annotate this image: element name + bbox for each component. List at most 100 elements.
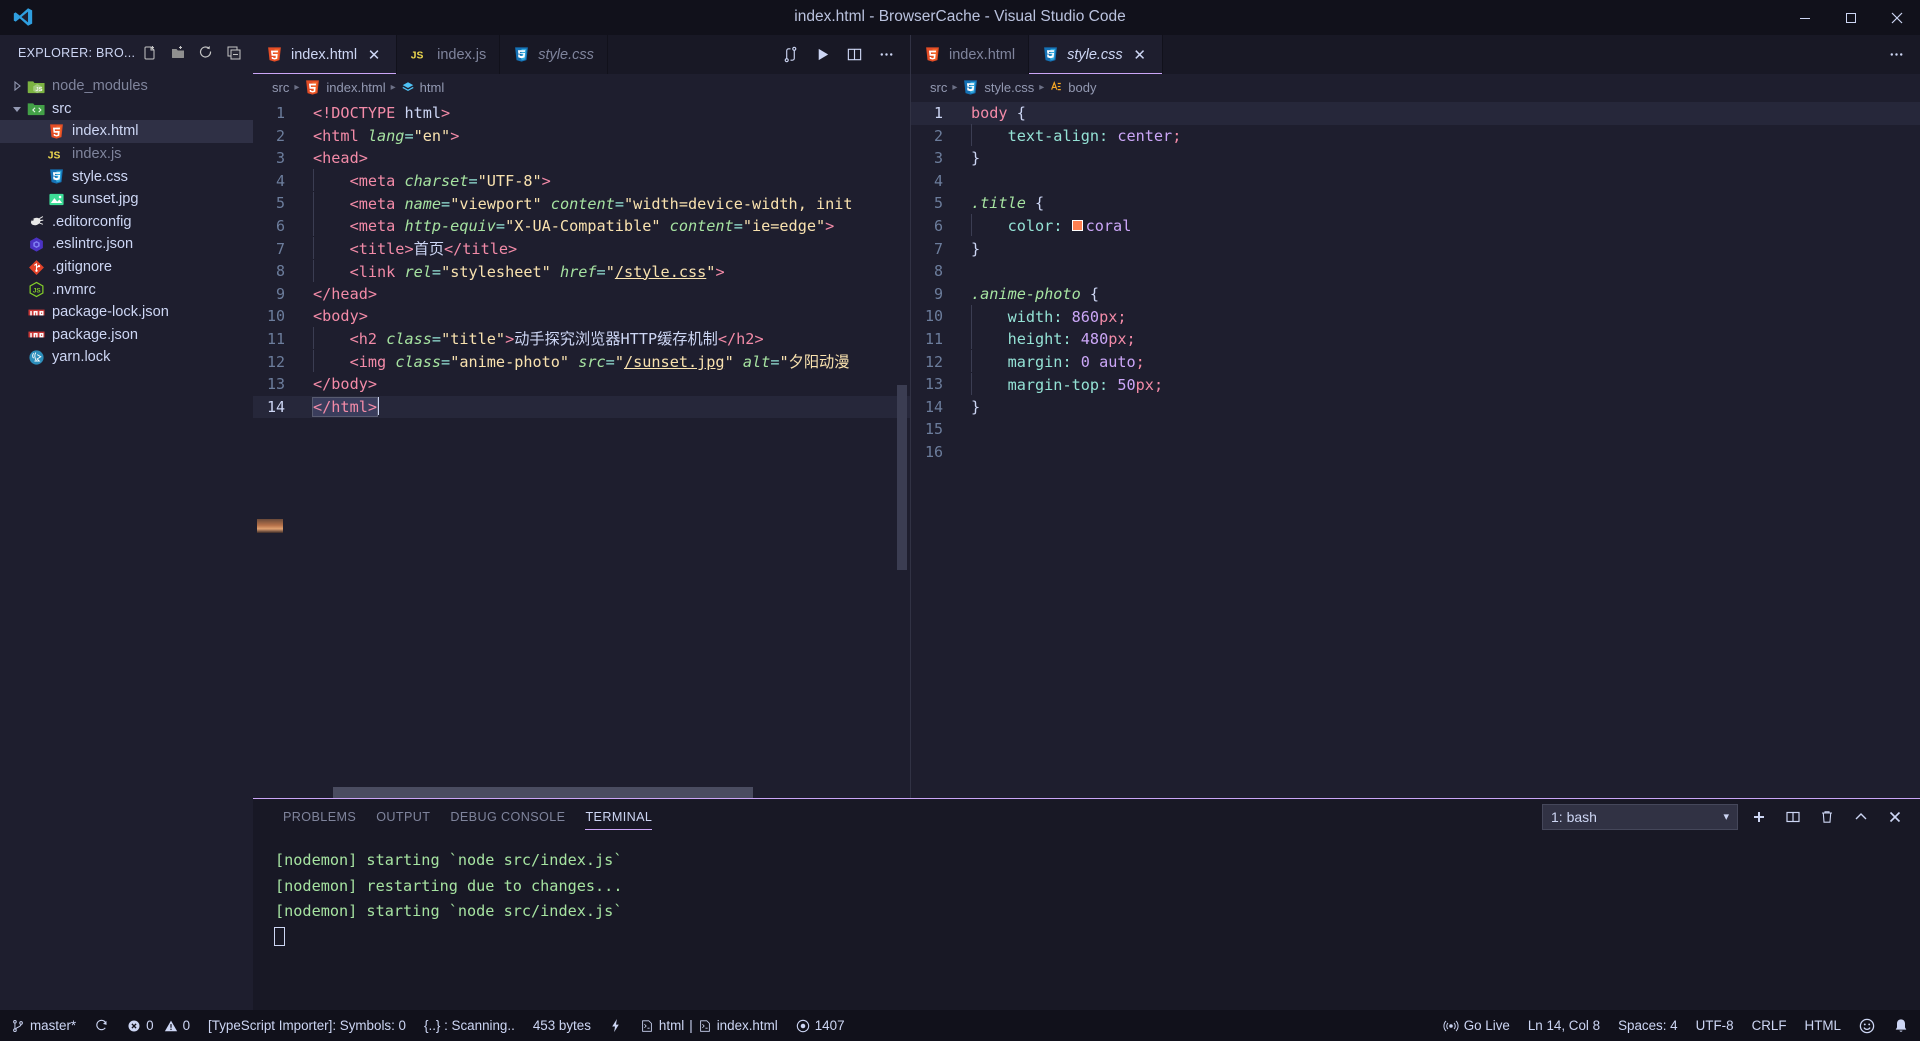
split-compare-icon[interactable] [776,41,804,69]
code-line[interactable]: 1 <!DOCTYPE html> [253,102,910,125]
tree-item-yarn-lock[interactable]: yarn.lock [0,346,253,369]
tree-item-package-json[interactable]: package.json [0,324,253,347]
code-line[interactable]: 13 margin-top: 50px; [911,372,1920,396]
tab-close-icon[interactable]: ✕ [365,46,383,64]
breadcrumb-item[interactable]: body [1049,80,1096,95]
tab-index-js[interactable]: JS index.js [397,35,501,74]
status-problems[interactable]: 0 0 [118,1010,199,1041]
code-editor-right[interactable]: 1 body {2 text-align: center; 3} 4 5 .title {6… [911,100,1920,798]
kill-terminal-icon[interactable] [1814,804,1840,830]
code-line[interactable]: 1 body { [911,102,1920,125]
code-line[interactable]: 12 margin: 0 auto; [911,350,1920,374]
maximize-panel-icon[interactable] [1848,804,1874,830]
tab-style-css[interactable]: style.css ✕ [1029,35,1163,74]
code-line[interactable]: 4 [911,170,1920,193]
code-line[interactable]: 11 <h2 class="title">动手探究浏览器HTTP缓存机制</h2> [253,327,910,351]
tree-item-package-lock-json[interactable]: package-lock.json [0,301,253,324]
status-go-live[interactable]: Go Live [1434,1010,1519,1041]
panel-tab-problems[interactable]: PROBLEMS [273,799,366,834]
tab-index-html[interactable]: index.html ✕ [253,35,398,74]
close-panel-icon[interactable] [1882,804,1908,830]
code-line[interactable]: 12 <img class="anime-photo" src="/sunset.… [253,350,910,374]
code-line[interactable]: 5 .title { [911,192,1920,215]
code-line[interactable]: 8 [911,260,1920,283]
code-line[interactable]: 2 text-align: center; [911,124,1920,148]
status-bytes[interactable]: 453 bytes [524,1010,600,1041]
tree-item--eslintrc-json[interactable]: .eslintrc.json [0,233,253,256]
code-line[interactable]: 11 height: 480px; [911,327,1920,351]
status-branch[interactable]: master* [2,1010,85,1041]
terminal-selector[interactable]: 1: bash ▾ [1542,803,1738,830]
panel-tab-terminal[interactable]: TERMINAL [575,799,662,834]
code-line[interactable]: 10 width: 860px; [911,304,1920,328]
code-line[interactable]: 14} [911,396,1920,419]
new-terminal-icon[interactable] [1746,804,1772,830]
code-line[interactable]: 5 <meta name="viewport" content="width=de… [253,191,910,215]
tree-item--nvmrc[interactable]: JS .nvmrc [0,278,253,301]
minimize-button[interactable] [1782,0,1828,35]
tree-item--editorconfig[interactable]: .editorconfig [0,211,253,234]
code-line[interactable]: 3} [911,147,1920,170]
status-language-mode[interactable]: HTML [1796,1010,1850,1041]
run-icon[interactable] [808,41,836,69]
tree-item-node-modules[interactable]: JS node_modules [0,75,253,98]
maximize-button[interactable] [1828,0,1874,35]
close-button[interactable] [1874,0,1920,35]
status-eol[interactable]: CRLF [1743,1010,1796,1041]
breadcrumb-item[interactable]: src [272,80,289,95]
tree-item-style-css[interactable]: style.css [0,165,253,188]
code-line[interactable]: 15 [911,418,1920,441]
code-line[interactable]: 8 <link rel="stylesheet" href="/style.css… [253,259,910,283]
code-line[interactable]: 9 .anime-photo { [911,283,1920,306]
status-cursor-position[interactable]: Ln 14, Col 8 [1519,1010,1609,1041]
status-encoding[interactable]: UTF-8 [1687,1010,1743,1041]
vertical-scrollbar-left[interactable] [897,385,907,570]
more-actions-icon[interactable] [1882,41,1910,69]
code-line[interactable]: 7 <title>首页</title> [253,237,910,261]
status-feedback[interactable] [1850,1010,1884,1041]
code-line[interactable]: 2 <html lang="en"> [253,125,910,148]
tree-item-sunset-jpg[interactable]: sunset.jpg [0,188,253,211]
tab-index-html[interactable]: index.html [911,35,1030,74]
status-scanning[interactable]: {..} : Scanning.. [415,1010,524,1041]
status-format-target[interactable]: html | index.html [631,1010,787,1041]
breadcrumb-item[interactable]: style.css [962,79,1034,96]
breadcrumb-item[interactable]: src [930,80,947,95]
tab-close-icon[interactable]: ✕ [1131,46,1149,64]
code-line[interactable]: 6 <meta http-equiv="X-UA-Compatible" cont… [253,214,910,238]
code-line[interactable]: 3 <head> [253,147,910,170]
code-editor-left[interactable]: 1 <!DOCTYPE html> 2 <html lang="en"> 3 <head>… [253,100,910,798]
horizontal-scrollbar-left[interactable] [333,787,753,798]
tree-item--gitignore[interactable]: .gitignore [0,256,253,279]
code-line[interactable]: 14 </html> [253,395,910,419]
more-actions-icon[interactable] [872,41,900,69]
code-line[interactable]: 7} [911,238,1920,261]
status-lightning[interactable] [600,1010,631,1041]
split-editor-icon[interactable] [840,41,868,69]
terminal-output[interactable]: [nodemon] starting `node src/index.js` [n… [253,834,1920,1010]
split-terminal-icon[interactable] [1780,804,1806,830]
code-line[interactable]: 10 <body> [253,305,910,328]
status-sync[interactable] [85,1010,118,1041]
breadcrumb-left[interactable]: src ▸ index.html ▸ html [253,74,910,100]
refresh-icon[interactable] [193,40,219,66]
breadcrumb-item[interactable]: index.html [304,79,386,96]
panel-tab-debug-console[interactable]: DEBUG CONSOLE [440,799,575,834]
code-line[interactable]: 9 </head> [253,283,910,306]
panel-tab-output[interactable]: OUTPUT [366,799,440,834]
status-typescript-importer[interactable]: [TypeScript Importer]: Symbols: 0 [199,1010,415,1041]
status-notifications[interactable] [1884,1010,1918,1041]
tree-item-src[interactable]: src [0,98,253,121]
code-line[interactable]: 4 <meta charset="UTF-8"> [253,169,910,193]
status-indentation[interactable]: Spaces: 4 [1609,1010,1687,1041]
new-file-icon[interactable] [137,40,163,66]
tab-style-css[interactable]: style.css [500,35,608,74]
status-eye[interactable]: 1407 [787,1010,854,1041]
breadcrumb-right[interactable]: src ▸ style.css ▸ body [911,74,1920,100]
breadcrumb-item[interactable]: html [401,80,444,95]
tree-item-index-html[interactable]: index.html [0,120,253,143]
tree-item-index-js[interactable]: JS index.js [0,143,253,166]
collapse-all-icon[interactable] [221,40,247,66]
code-line[interactable]: 6 color: coral [911,214,1920,238]
code-line[interactable]: 13 </body> [253,373,910,396]
